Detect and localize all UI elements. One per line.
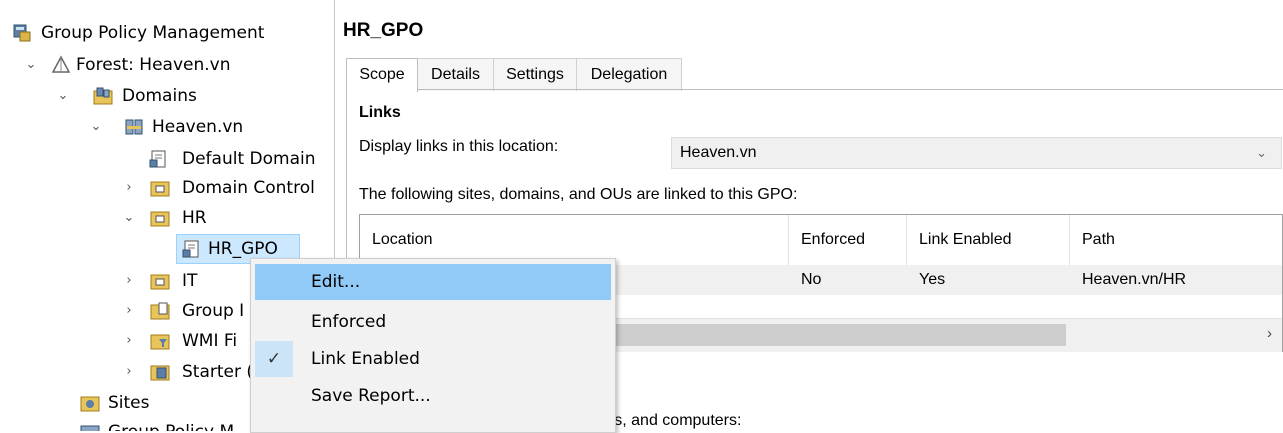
tree-label: Sites (108, 393, 150, 413)
scroll-right-arrow-icon[interactable]: › (1267, 325, 1272, 342)
menu-item-label: Enforced (311, 312, 387, 332)
ou-folder-icon (150, 211, 170, 227)
tab-settings[interactable]: Settings (493, 58, 577, 91)
tree-label: Default Domain (182, 149, 316, 169)
starter-gpo-folder-icon (150, 365, 170, 381)
tree-label: Forest: Heaven.vn (76, 55, 231, 75)
tree-item-domain-heaven[interactable]: ⌄ Heaven.vn (0, 112, 334, 142)
column-header-path[interactable]: Path (1070, 215, 1282, 265)
tree-item-starter-gpos[interactable]: › Starter ( (0, 357, 254, 387)
chevron-down-icon[interactable]: ⌄ (122, 203, 136, 233)
links-heading: Links (359, 104, 401, 121)
cell-path: Heaven.vn/HR (1082, 271, 1187, 288)
menu-item-label: Save Report... (311, 386, 431, 406)
tree-item-hr-ou[interactable]: ⌄ HR (0, 203, 334, 233)
tree-label: WMI Fi (182, 331, 238, 351)
page-title: HR_GPO (343, 20, 424, 41)
gpo-link-icon (182, 240, 199, 258)
tree-label: Heaven.vn (152, 117, 244, 137)
chevron-down-icon[interactable]: ⌄ (56, 81, 70, 111)
gpm-console-icon (13, 24, 31, 42)
tree-item-domain-controllers[interactable]: › Domain Control (0, 173, 334, 203)
menu-item-edit[interactable]: Edit... (255, 264, 611, 300)
column-header-enforced[interactable]: Enforced (789, 215, 907, 265)
ou-folder-icon (150, 274, 170, 290)
menu-item-enforced[interactable]: Enforced (255, 304, 611, 340)
menu-item-save-report[interactable]: Save Report... (255, 378, 611, 414)
tree-label: Group Policy M (108, 417, 234, 431)
chevron-down-icon[interactable]: ⌄ (24, 50, 38, 80)
tree-label: Starter ( (182, 362, 254, 382)
gpo-folder-icon (150, 302, 170, 320)
tree-label: Group Policy Management (41, 23, 265, 43)
chevron-right-icon[interactable]: › (122, 326, 136, 356)
location-dropdown-value: Heaven.vn (680, 144, 757, 161)
chevron-down-icon[interactable]: ⌄ (89, 112, 103, 142)
checkmark-icon: ✓ (255, 341, 293, 377)
tree-item-gpm-root[interactable]: Group Policy Management (0, 18, 334, 48)
context-menu: Edit... Enforced ✓ Link Enabled Save Rep… (250, 258, 616, 433)
ou-folder-icon (150, 181, 170, 197)
tree-label: IT (182, 271, 198, 291)
tree-item-group-policy-modeling[interactable]: Group Policy M (0, 417, 250, 431)
tree-item-domains[interactable]: ⌄ Domains (0, 81, 334, 111)
cell-link-enabled: Yes (919, 271, 946, 288)
menu-item-link-enabled[interactable]: ✓ Link Enabled (255, 341, 611, 377)
tree-item-default-domain-policy[interactable]: Default Domain (0, 144, 334, 174)
sites-icon (80, 396, 100, 412)
tree-label: HR (182, 208, 207, 228)
tab-scope[interactable]: Scope (346, 58, 418, 92)
menu-item-label: Edit... (311, 272, 361, 292)
tree-item-group-policy-objects[interactable]: › Group I (0, 296, 250, 326)
domains-folder-icon (93, 87, 113, 105)
chevron-down-icon: ⌄ (1256, 145, 1267, 160)
linked-description: The following sites, domains, and OUs ar… (359, 186, 798, 203)
location-dropdown[interactable]: Heaven.vn ⌄ (671, 137, 1282, 169)
tree-item-sites[interactable]: Sites (0, 388, 250, 418)
display-links-label: Display links in this location: (359, 138, 559, 155)
modeling-icon (80, 425, 100, 431)
chevron-right-icon[interactable]: › (122, 296, 136, 326)
menu-item-label: Link Enabled (311, 349, 420, 369)
tree-item-it-ou[interactable]: › IT (0, 266, 250, 296)
tab-details[interactable]: Details (417, 58, 494, 91)
forest-icon (51, 55, 71, 73)
wmi-folder-icon (150, 334, 170, 350)
tab-delegation[interactable]: Delegation (576, 58, 682, 91)
domain-icon (125, 119, 143, 135)
tree-label: Domains (122, 86, 197, 106)
column-header-link-enabled[interactable]: Link Enabled (907, 215, 1070, 265)
gpo-link-icon (149, 150, 166, 168)
tree-label: Group I (182, 301, 245, 321)
chevron-right-icon[interactable]: › (122, 173, 136, 203)
chevron-right-icon[interactable]: › (122, 266, 136, 296)
tree-label: Domain Control (182, 178, 315, 198)
tree-item-wmi-filters[interactable]: › WMI Fi (0, 326, 250, 356)
tree-item-forest[interactable]: ⌄ Forest: Heaven.vn (0, 50, 334, 80)
cell-enforced: No (801, 271, 822, 288)
chevron-right-icon[interactable]: › (122, 357, 136, 387)
